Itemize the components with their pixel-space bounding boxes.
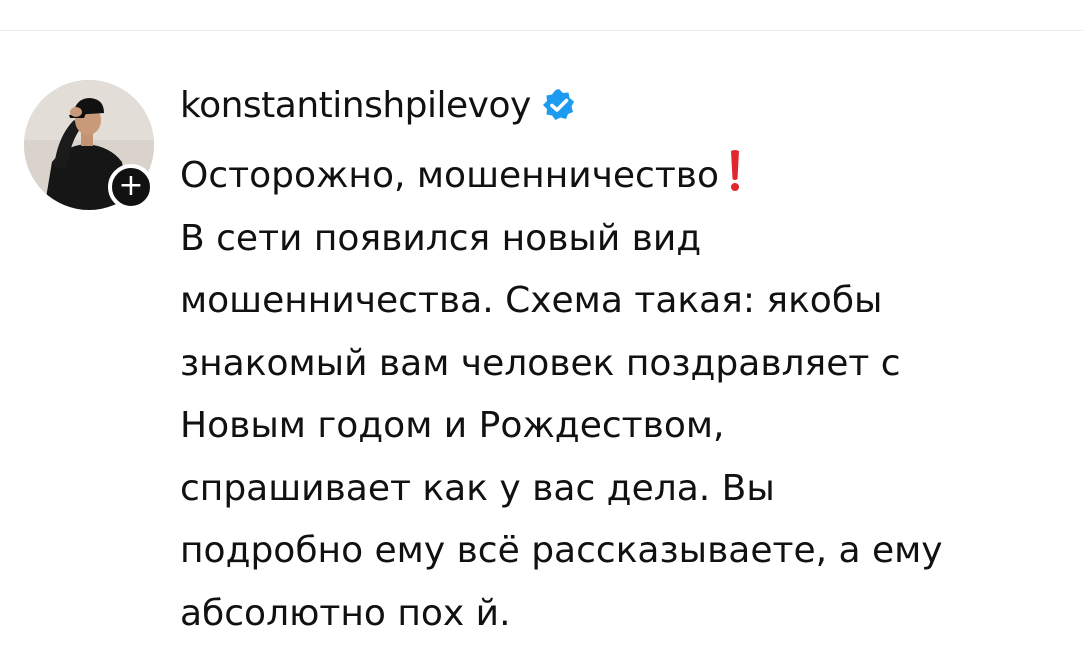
plus-icon: + bbox=[118, 168, 144, 203]
username-link[interactable]: konstantinshpilevoy bbox=[180, 85, 531, 126]
caption-line: подробно ему всё рассказываете, а ему bbox=[180, 530, 943, 571]
caption-line: знакомый вам человек поздравляет с bbox=[180, 342, 901, 384]
post-caption: Осторожно, мошенничество В сети появился… bbox=[180, 145, 1060, 645]
caption-line-text: Осторожно, мошенничество bbox=[180, 155, 720, 196]
caption-line: мошенничества. Схема такая: якобы bbox=[180, 280, 883, 321]
caption-line: абсолютно пох й. bbox=[180, 592, 511, 634]
verified-badge-icon bbox=[542, 89, 574, 120]
top-divider bbox=[0, 30, 1083, 31]
caption-line: спрашивает как у вас дела. Вы bbox=[180, 467, 775, 509]
follow-button[interactable]: + bbox=[108, 164, 154, 210]
caption-line: Новым годом и Рождеством, bbox=[180, 405, 725, 446]
red-exclamation-icon bbox=[731, 150, 740, 191]
caption-line: Осторожно, мошенничество bbox=[180, 145, 1060, 208]
caption-line: В сети появился новый вид bbox=[180, 217, 702, 259]
profile-avatar-group[interactable]: + bbox=[24, 80, 154, 220]
post-header: konstantinshpilevoy bbox=[180, 80, 577, 130]
